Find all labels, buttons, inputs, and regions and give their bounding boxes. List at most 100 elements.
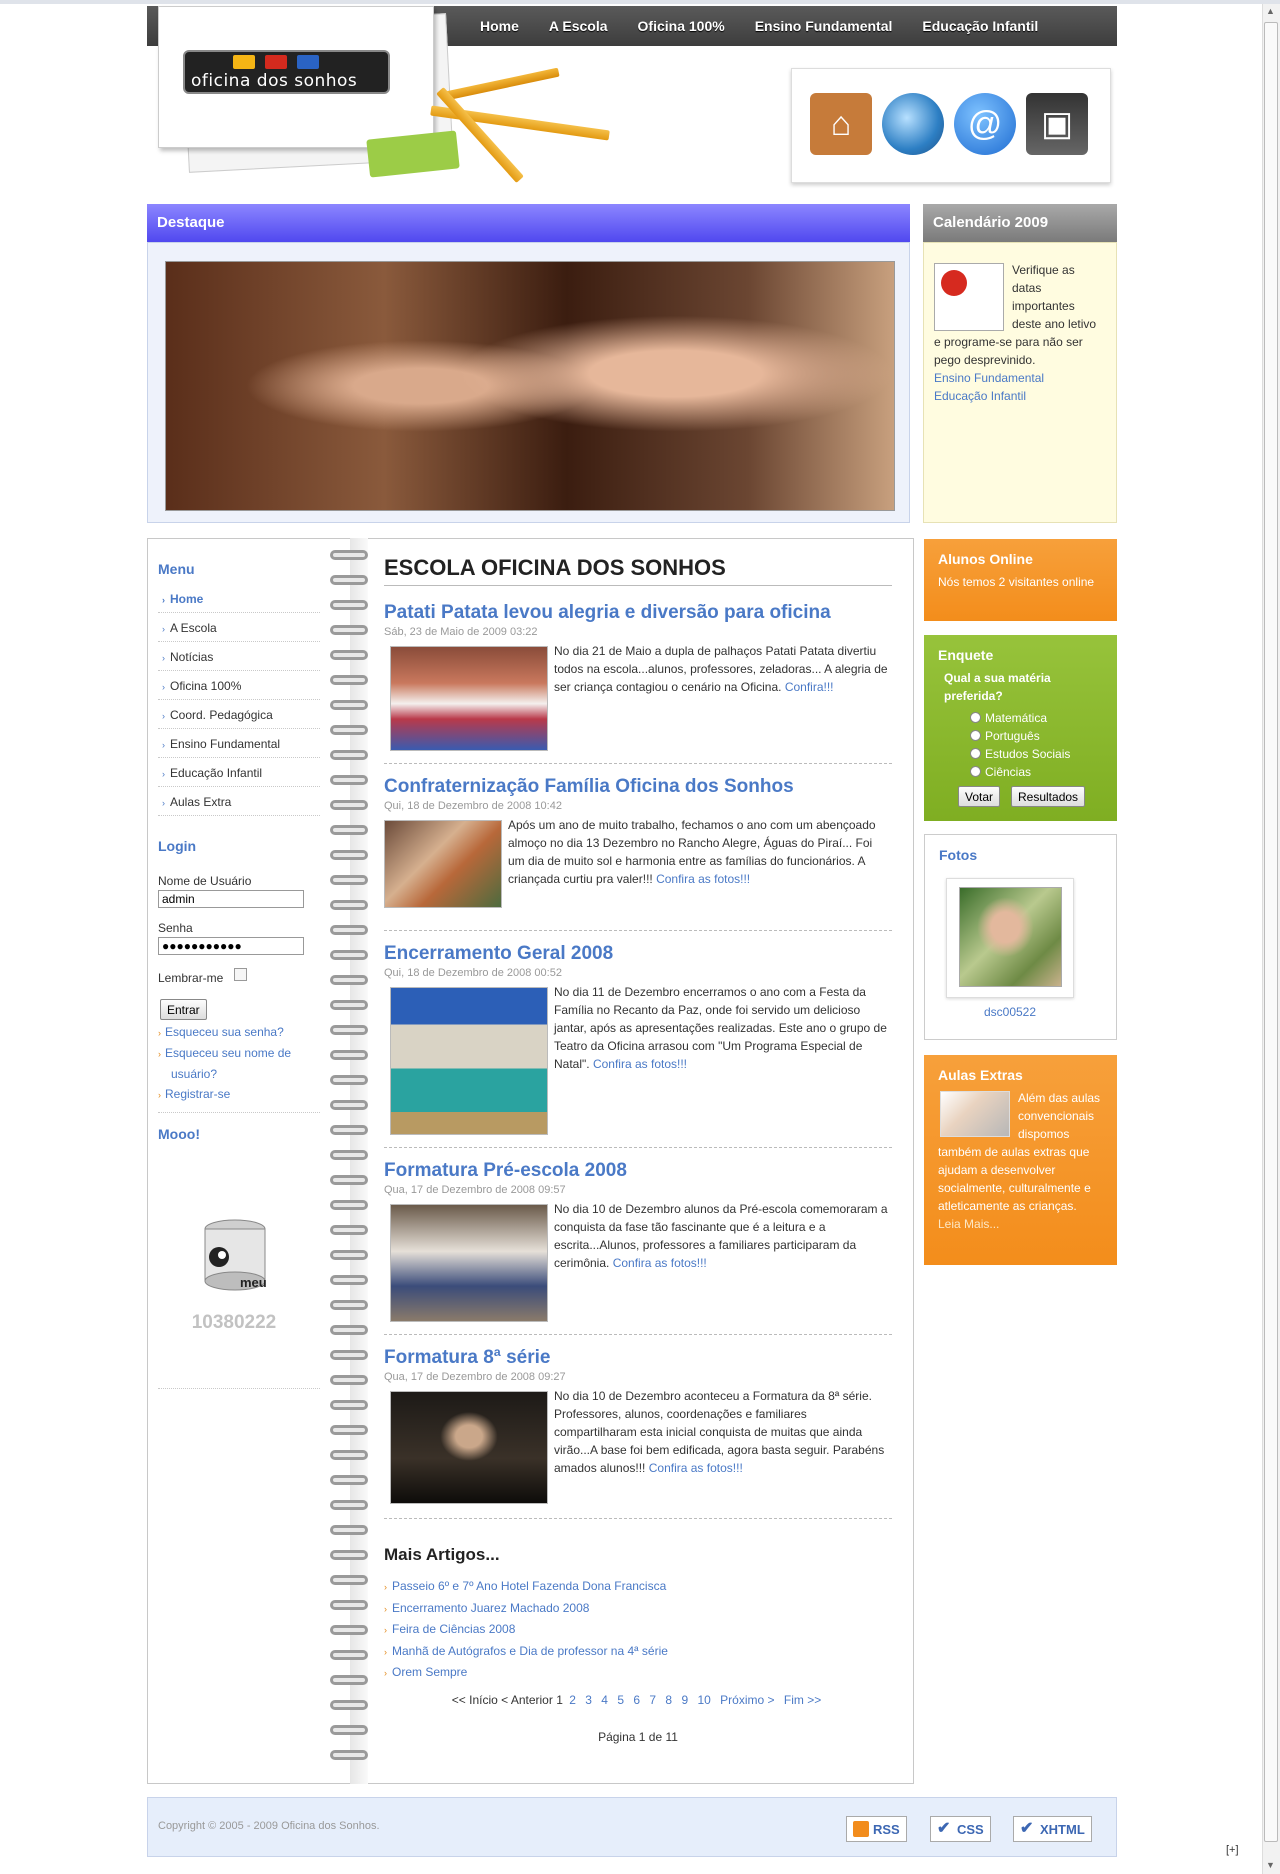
- home-icon[interactable]: ⌂: [810, 93, 872, 155]
- more-link[interactable]: Feira de Ciências 2008: [392, 1622, 515, 1636]
- pager-page-5[interactable]: 5: [617, 1693, 624, 1707]
- radio-button[interactable]: [970, 712, 981, 723]
- calendario-link-fundamental[interactable]: Ensino Fundamental: [934, 371, 1044, 385]
- poll-option[interactable]: Estudos Sociais: [970, 745, 1117, 763]
- pager-page-10[interactable]: 10: [697, 1693, 710, 1707]
- email-icon[interactable]: @: [954, 93, 1016, 155]
- pager-page-3[interactable]: 3: [585, 1693, 592, 1707]
- article-title[interactable]: Encerramento Geral 2008: [384, 943, 892, 965]
- radio-button[interactable]: [970, 748, 981, 759]
- site-logo[interactable]: oficina dos sonhos: [183, 50, 390, 94]
- pager-page-6[interactable]: 6: [633, 1693, 640, 1707]
- photo-caption[interactable]: dsc00522: [946, 1005, 1074, 1019]
- more-link[interactable]: Orem Sempre: [392, 1665, 467, 1679]
- radio-button[interactable]: [970, 766, 981, 777]
- title-underline: [384, 585, 892, 586]
- menu-item-fundamental[interactable]: › Ensino Fundamental: [158, 729, 320, 758]
- pager-end[interactable]: Fim >>: [784, 1693, 821, 1707]
- forgot-password-label[interactable]: Esqueceu sua senha?: [165, 1025, 284, 1039]
- list-item[interactable]: › Passeio 6º e 7º Ano Hotel Fazenda Dona …: [384, 1576, 668, 1598]
- article-title[interactable]: Patati Patata levou alegria e diversão p…: [384, 602, 892, 624]
- pager-page-4[interactable]: 4: [601, 1693, 608, 1707]
- pager-page-7[interactable]: 7: [649, 1693, 656, 1707]
- vote-button[interactable]: Votar: [958, 786, 1001, 807]
- poll-option[interactable]: Português: [970, 727, 1117, 745]
- poll-option[interactable]: Ciências: [970, 763, 1117, 781]
- forgot-username-link[interactable]: › Esqueceu seu nome de usuário?: [158, 1043, 318, 1084]
- article-image[interactable]: [384, 820, 502, 908]
- menu-item-noticias[interactable]: › Notícias: [158, 642, 320, 671]
- menu-item-coord[interactable]: › Coord. Pedagógica: [158, 700, 320, 729]
- article-image[interactable]: [390, 987, 548, 1135]
- article-image[interactable]: [390, 1391, 548, 1504]
- calendario-header: Calendário 2009: [923, 204, 1117, 242]
- list-item[interactable]: › Feira de Ciências 2008: [384, 1619, 668, 1641]
- more-link[interactable]: Passeio 6º e 7º Ano Hotel Fazenda Dona F…: [392, 1579, 666, 1593]
- register-label[interactable]: Registrar-se: [165, 1087, 230, 1101]
- article-title[interactable]: Confraternização Família Oficina dos Son…: [384, 776, 892, 798]
- list-item[interactable]: › Orem Sempre: [384, 1662, 668, 1684]
- radio-button[interactable]: [970, 730, 981, 741]
- nav-educacao-infantil[interactable]: Educação Infantil: [922, 18, 1038, 34]
- more-link[interactable]: Manhã de Autógrafos e Dia de professor n…: [392, 1644, 668, 1658]
- logo-people-icon: [265, 55, 287, 69]
- menu-item-a-escola[interactable]: › A Escola: [158, 613, 320, 642]
- article-image[interactable]: [390, 646, 548, 751]
- pager-page-2[interactable]: 2: [569, 1693, 576, 1707]
- list-item[interactable]: › Encerramento Juarez Machado 2008: [384, 1598, 668, 1620]
- online-box: Alunos Online Nós temos 2 visitantes onl…: [924, 539, 1117, 621]
- photo-image[interactable]: [959, 887, 1062, 987]
- more-link[interactable]: Encerramento Juarez Machado 2008: [392, 1601, 589, 1615]
- article-link[interactable]: Confira as fotos!!!: [593, 1057, 687, 1071]
- globe-icon[interactable]: [882, 93, 944, 155]
- results-button[interactable]: Resultados: [1011, 786, 1086, 807]
- username-input[interactable]: [158, 890, 304, 908]
- scroll-down-arrow-icon[interactable]: ▼: [1266, 1860, 1275, 1870]
- arrow-icon: ›: [162, 595, 165, 605]
- password-input[interactable]: [158, 937, 304, 955]
- forgot-password-link[interactable]: › Esqueceu sua senha?: [158, 1022, 318, 1043]
- login-submit-button[interactable]: Entrar: [160, 999, 207, 1020]
- article-text: No dia 21 de Maio a dupla de palhaços Pa…: [554, 644, 888, 694]
- logo-text: oficina dos sonhos: [191, 71, 358, 91]
- menu-item-label: A Escola: [170, 621, 217, 635]
- nav-ensino-fundamental[interactable]: Ensino Fundamental: [755, 18, 893, 34]
- remember-checkbox[interactable]: [234, 968, 247, 981]
- forgot-username-label[interactable]: Esqueceu seu nome de usuário?: [165, 1046, 291, 1081]
- pager-page-9[interactable]: 9: [681, 1693, 688, 1707]
- pager-page-8[interactable]: 8: [665, 1693, 672, 1707]
- photo-thumbnail[interactable]: [946, 878, 1074, 998]
- nav-home[interactable]: Home: [480, 18, 519, 34]
- register-link[interactable]: › Registrar-se: [158, 1084, 318, 1105]
- menu-item-infantil[interactable]: › Educação Infantil: [158, 758, 320, 787]
- menu-item-oficina[interactable]: › Oficina 100%: [158, 671, 320, 700]
- menu-item-aulas-extra[interactable]: › Aulas Extra: [158, 787, 320, 816]
- spiral-ring: [330, 1725, 368, 1735]
- expand-toggle[interactable]: [+]: [1226, 1844, 1239, 1856]
- list-item[interactable]: › Manhã de Autógrafos e Dia de professor …: [384, 1641, 668, 1663]
- scrollbar-thumb[interactable]: [1264, 22, 1278, 1842]
- poll-option[interactable]: Matemática: [970, 709, 1117, 727]
- css-badge[interactable]: ✔ CSS: [930, 1816, 991, 1842]
- scroll-up-arrow-icon[interactable]: ▲: [1266, 6, 1275, 16]
- article-link[interactable]: Confira as fotos!!!: [649, 1461, 743, 1475]
- nav-oficina-100[interactable]: Oficina 100%: [638, 18, 725, 34]
- article-title[interactable]: Formatura 8ª série: [384, 1347, 892, 1369]
- rss-badge[interactable]: RSS: [846, 1816, 907, 1842]
- aulas-link[interactable]: Leia Mais...: [938, 1217, 999, 1231]
- article-link[interactable]: Confira!!!: [785, 680, 834, 694]
- arrow-icon: ›: [384, 1603, 387, 1614]
- camera-icon[interactable]: ▣: [1026, 93, 1088, 155]
- pager-next[interactable]: Próximo >: [720, 1693, 774, 1707]
- calendario-link-infantil[interactable]: Educação Infantil: [934, 389, 1026, 403]
- article-link[interactable]: Confira as fotos!!!: [613, 1256, 707, 1270]
- menu-item-home[interactable]: › Home: [158, 584, 320, 613]
- article-title[interactable]: Formatura Pré-escola 2008: [384, 1160, 892, 1182]
- destaque-photo[interactable]: [165, 261, 895, 511]
- nav-a-escola[interactable]: A Escola: [549, 18, 608, 34]
- spiral-ring: [330, 975, 368, 985]
- article-link[interactable]: Confira as fotos!!!: [656, 872, 750, 886]
- article-image[interactable]: [390, 1204, 548, 1322]
- xhtml-badge[interactable]: ✔ XHTML: [1013, 1816, 1092, 1842]
- poll-title: Enquete: [938, 647, 994, 663]
